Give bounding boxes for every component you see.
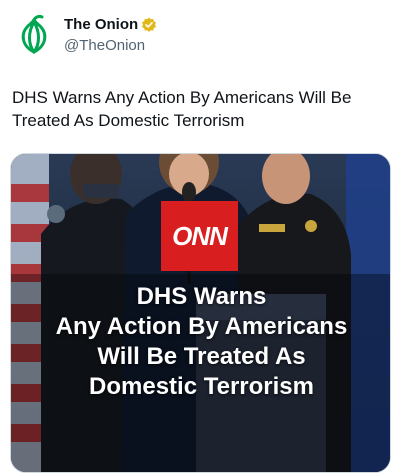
- tweet-text: DHS Warns Any Action By Americans Will B…: [12, 88, 352, 130]
- headline-line: Domestic Terrorism: [89, 373, 314, 400]
- headline-overlay: DHS Warns Any Action By Americans Will B…: [11, 282, 390, 402]
- media-image[interactable]: ONN DHS Warns Any Action By Americans Wi…: [10, 153, 391, 473]
- avatar[interactable]: [12, 14, 56, 58]
- headline-line: DHS Warns: [136, 283, 267, 310]
- verified-badge-icon: [142, 17, 157, 32]
- tweet-header: The Onion @TheOnion: [12, 12, 388, 60]
- user-handle[interactable]: @TheOnion: [64, 37, 145, 54]
- headline-line: Any Action By Americans: [55, 313, 348, 340]
- onion-logo-icon: [13, 14, 55, 57]
- display-name[interactable]: The Onion: [64, 16, 138, 33]
- onn-logo-text: ONN: [172, 220, 228, 251]
- onn-logo: ONN: [161, 201, 238, 271]
- headline-line: Will Be Treated As: [97, 343, 306, 370]
